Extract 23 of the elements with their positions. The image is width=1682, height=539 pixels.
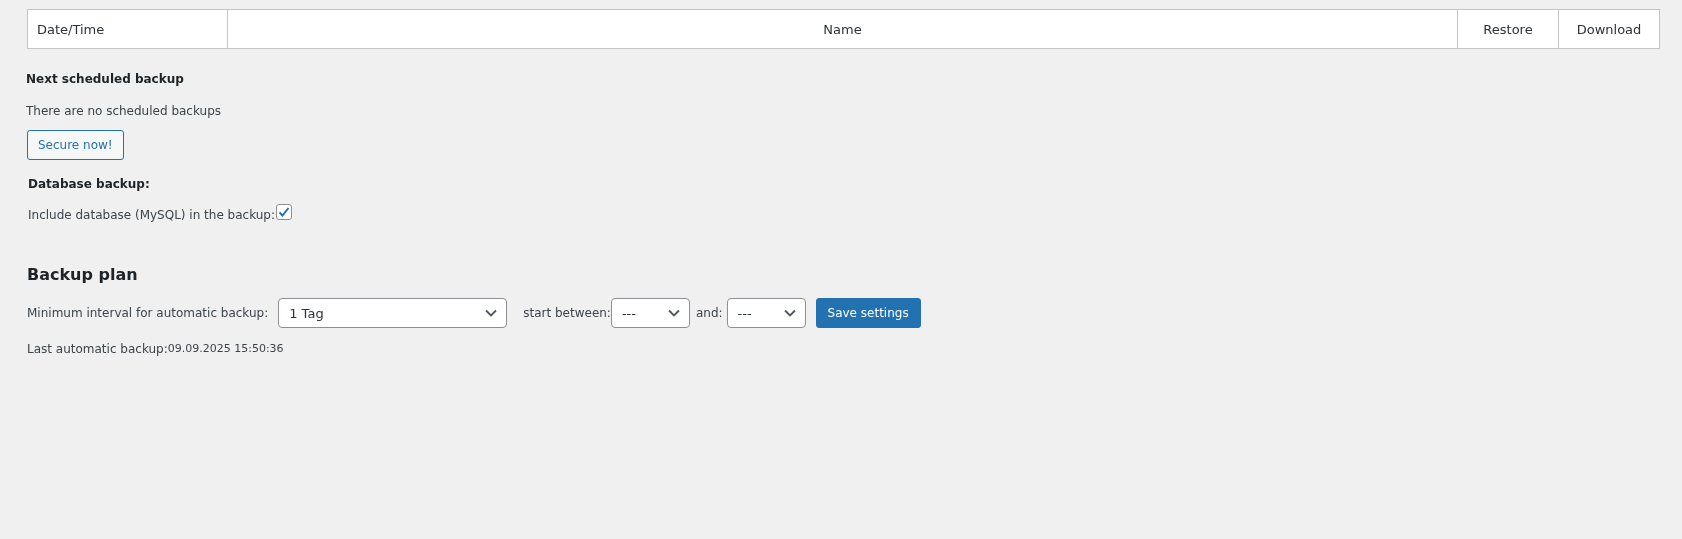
column-header: Restore bbox=[1457, 10, 1558, 48]
select-field[interactable]: 1 Tag bbox=[278, 298, 508, 328]
checkbox-label: Include database (MySQL) in the backup: bbox=[28, 208, 275, 222]
select-field[interactable]: --- bbox=[610, 298, 690, 328]
select-field[interactable]: --- bbox=[726, 298, 806, 328]
caret-icon bbox=[783, 309, 796, 317]
timestamp: 09.09.2025 15:50:36 bbox=[167, 342, 284, 355]
section-heading: Database backup: bbox=[28, 177, 151, 191]
field-label: start between: bbox=[523, 306, 611, 320]
caret-icon bbox=[667, 309, 680, 317]
section-heading: Backup plan bbox=[27, 265, 139, 284]
field-label: Minimum interval for automatic backup: bbox=[27, 306, 269, 320]
section-heading: Next scheduled backup bbox=[26, 72, 185, 86]
column-header: Name bbox=[227, 10, 1457, 48]
caret-icon bbox=[485, 309, 498, 317]
checkbox[interactable] bbox=[276, 204, 292, 220]
column-header: Download bbox=[1558, 10, 1659, 48]
save-settings-button[interactable]: Save settings bbox=[815, 298, 921, 328]
status-message: There are no scheduled backups bbox=[26, 104, 222, 118]
field-label: Last automatic backup: bbox=[27, 342, 168, 356]
secure-now-button[interactable]: Secure now! bbox=[27, 130, 124, 160]
column-header: Date/Time bbox=[36, 20, 106, 39]
field-label: and: bbox=[695, 306, 723, 320]
